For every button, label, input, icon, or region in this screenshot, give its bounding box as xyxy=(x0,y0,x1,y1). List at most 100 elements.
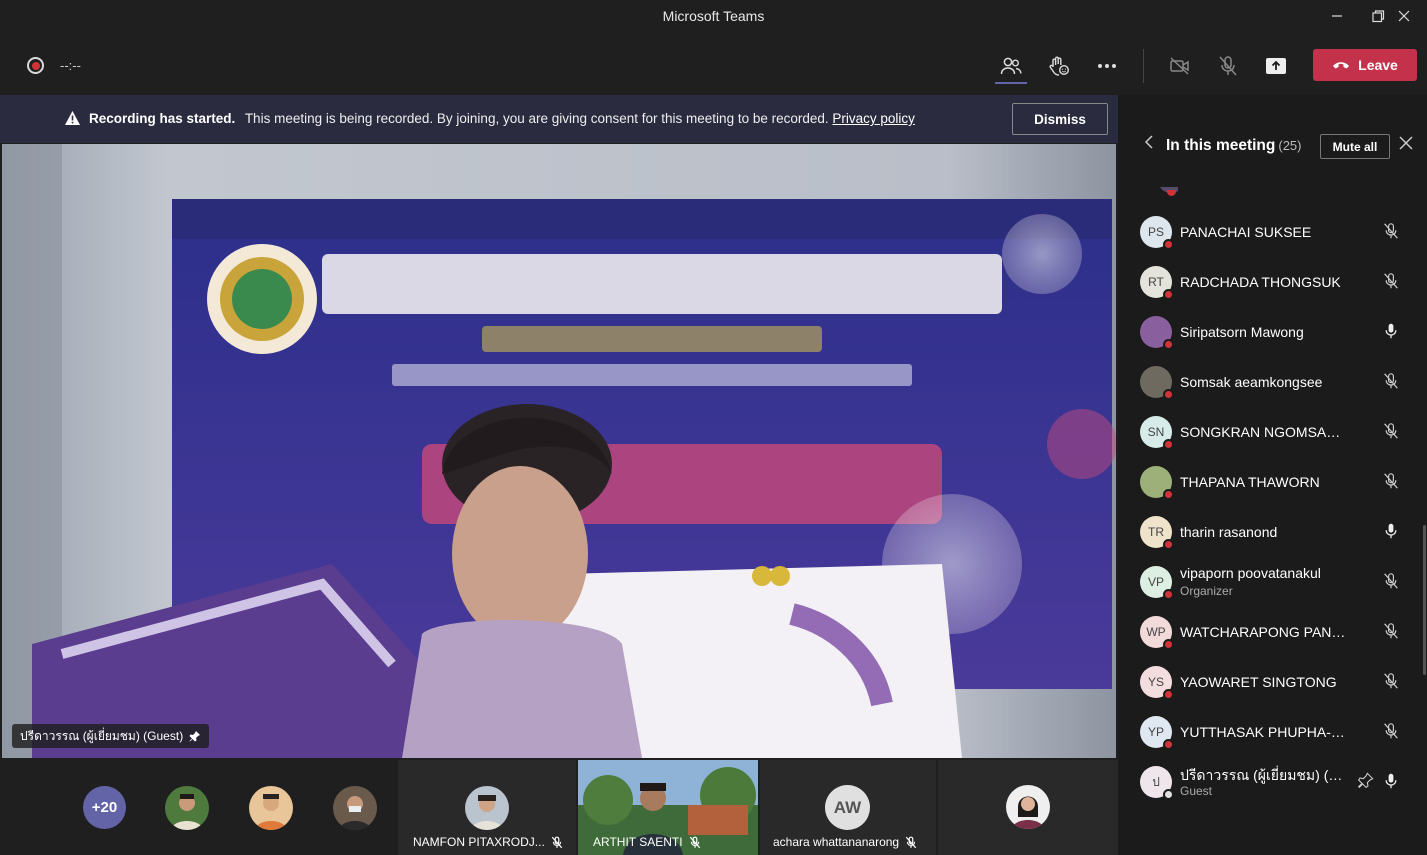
participants-button[interactable] xyxy=(996,51,1026,81)
participant-row[interactable]: TR tharin rasanond xyxy=(1118,507,1427,557)
participants-panel: In this meeting (25) Mute all PS PANACHAI … xyxy=(1118,95,1427,855)
panel-scrollbar[interactable] xyxy=(1423,525,1426,675)
mic-off-icon xyxy=(1384,623,1398,639)
pin-icon xyxy=(1357,772,1374,789)
participant-name: achara whattananarong xyxy=(773,835,900,849)
mic-off-icon xyxy=(1384,723,1398,739)
close-panel-icon[interactable] xyxy=(1399,136,1413,150)
participant-avatar[interactable] xyxy=(249,786,293,830)
presence-status-icon xyxy=(1163,539,1174,550)
banner-message: Recording has started. This meeting is b… xyxy=(89,111,915,126)
participant-name: PANACHAI SUKSEE xyxy=(1180,224,1312,240)
participant-row[interactable]: SN SONGKRAN NGOMSAKHOO xyxy=(1118,407,1427,457)
reactions-icon xyxy=(1049,56,1070,76)
participant-avatar xyxy=(1140,366,1174,400)
mic-off-icon xyxy=(1384,573,1398,589)
speaker-name-caption: ปรีดาวรรณ (ผู้เยี่ยมชม) (Guest) xyxy=(12,724,210,748)
participant-avatar: VP xyxy=(1140,566,1174,600)
more-participants-badge[interactable]: +20 xyxy=(83,786,126,829)
privacy-policy-link[interactable]: Privacy policy xyxy=(832,111,915,126)
panel-header: In this meeting (25) Mute all xyxy=(1118,95,1427,187)
ellipsis-icon xyxy=(1098,64,1116,68)
participant-avatar: RT xyxy=(1140,266,1174,300)
participant-mic-button[interactable] xyxy=(1383,372,1399,395)
avatar-initials: YS xyxy=(1147,675,1164,689)
participant-mic-button[interactable] xyxy=(1383,522,1399,545)
leave-button[interactable]: Leave xyxy=(1313,49,1417,81)
participant-row[interactable]: VP vipaporn poovatanakul Organizer xyxy=(1118,557,1427,607)
participant-avatar[interactable] xyxy=(165,786,209,830)
partial-participant-row xyxy=(1158,187,1178,197)
participant-name: YUTTHASAK PHUPHA-ARAK xyxy=(1180,724,1348,740)
participant-avatar xyxy=(1140,466,1174,500)
participant-row[interactable]: Somsak aeamkongsee xyxy=(1118,357,1427,407)
more-actions-button[interactable] xyxy=(1092,51,1122,81)
avatar-initials: WP xyxy=(1146,625,1166,639)
avatar-initials: YP xyxy=(1147,725,1164,739)
participant-row[interactable]: RT RADCHADA THONGSUK xyxy=(1118,257,1427,307)
participant-mic-button[interactable] xyxy=(1383,222,1399,245)
participant-name: WATCHARAPONG PANITTUM... xyxy=(1180,624,1348,640)
participant-row[interactable]: YP YUTTHASAK PHUPHA-ARAK xyxy=(1118,707,1427,757)
banner-title: Recording has started. xyxy=(89,111,236,126)
participant-avatar: YP xyxy=(1140,716,1174,750)
avatar-initials: PS xyxy=(1147,225,1164,239)
close-window-button[interactable] xyxy=(1381,0,1427,32)
participant-row[interactable]: PS PANACHAI SUKSEE xyxy=(1118,207,1427,257)
participant-avatar[interactable] xyxy=(333,786,377,830)
mic-off-icon xyxy=(551,836,562,848)
participant-video-tile[interactable]: ARTHIT SAENTI xyxy=(578,760,758,855)
participant-tile-label: achara whattananarong xyxy=(773,835,917,849)
presence-status-icon xyxy=(1163,239,1174,250)
chevron-left-icon[interactable] xyxy=(1144,135,1154,149)
presence-status-icon xyxy=(1163,639,1174,650)
presence-status-icon xyxy=(1163,789,1174,800)
participant-mic-button[interactable] xyxy=(1383,772,1399,795)
avatar-initials: RT xyxy=(1148,275,1164,289)
close-icon xyxy=(1398,10,1410,22)
mic-icon xyxy=(1385,523,1397,539)
raise-hand-button[interactable] xyxy=(1044,51,1074,81)
participant-role: Organizer xyxy=(1180,584,1233,598)
participant-initials-avatar: AW xyxy=(825,785,870,830)
participant-mic-button[interactable] xyxy=(1383,422,1399,445)
participant-mic-button[interactable] xyxy=(1383,472,1399,495)
participant-mic-button[interactable] xyxy=(1383,622,1399,645)
participant-mic-button[interactable] xyxy=(1383,322,1399,345)
presence-status-icon xyxy=(1163,289,1174,300)
pin-participant-button[interactable] xyxy=(1357,772,1374,793)
participant-row[interactable]: THAPANA THAWORN xyxy=(1118,457,1427,507)
mic-off-icon xyxy=(689,836,700,848)
presence-status-icon xyxy=(1163,389,1174,400)
participant-row[interactable]: WP WATCHARAPONG PANITTUM... xyxy=(1118,607,1427,657)
participant-tile[interactable]: NAMFON PITAXRODJ... xyxy=(398,760,576,855)
main-video-stage[interactable]: ปรีดาวรรณ (ผู้เยี่ยมชม) (Guest) xyxy=(2,144,1116,758)
avatar-initials: VP xyxy=(1147,575,1164,589)
share-screen-button[interactable] xyxy=(1261,51,1291,81)
recording-banner: Recording has started. This meeting is b… xyxy=(0,95,1118,143)
participant-row[interactable]: YS YAOWARET SINGTONG xyxy=(1118,657,1427,707)
camera-off-icon xyxy=(1170,57,1189,75)
avatar-photo xyxy=(333,786,377,830)
participant-tile[interactable]: AW achara whattananarong xyxy=(760,760,936,855)
participant-tile[interactable] xyxy=(938,760,1118,855)
camera-toggle-button[interactable] xyxy=(1165,51,1195,81)
participant-name: Somsak aeamkongsee xyxy=(1180,374,1323,390)
participant-mic-button[interactable] xyxy=(1383,672,1399,695)
participant-mic-button[interactable] xyxy=(1383,572,1399,595)
minimize-button[interactable] xyxy=(1314,0,1360,32)
participant-mic-button[interactable] xyxy=(1383,722,1399,745)
participant-mic-button[interactable] xyxy=(1383,272,1399,295)
avatar-photo xyxy=(1006,785,1050,829)
presence-status-icon xyxy=(1163,689,1174,700)
participant-name: Siripatsorn Mawong xyxy=(1180,324,1304,340)
presence-status-icon xyxy=(1163,489,1174,500)
pin-icon xyxy=(189,731,201,742)
dismiss-button[interactable]: Dismiss xyxy=(1012,103,1108,135)
mute-all-button[interactable]: Mute all xyxy=(1320,134,1390,159)
participant-row[interactable]: ปปรีดาวรรณ (ผู้เยี่ยมชม) (Gu... Guest xyxy=(1118,757,1427,807)
participant-name: YAOWARET SINGTONG xyxy=(1180,674,1337,690)
mic-toggle-button[interactable] xyxy=(1213,51,1243,81)
participant-row[interactable]: Siripatsorn Mawong xyxy=(1118,307,1427,357)
mic-off-icon xyxy=(1384,673,1398,689)
